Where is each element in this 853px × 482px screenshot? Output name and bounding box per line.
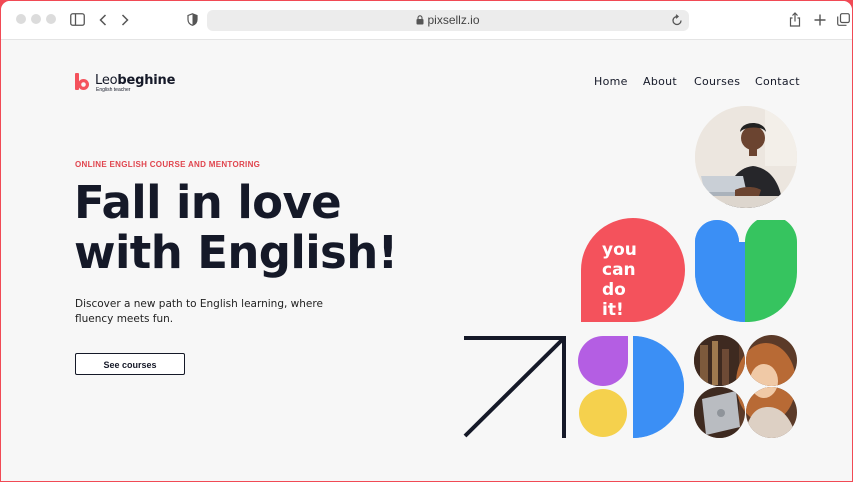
arch-shape-pair (695, 220, 797, 322)
shield-icon[interactable] (187, 13, 198, 26)
browser-toolbar: pixsellz.io (1, 1, 852, 40)
sidebar-icon[interactable] (70, 13, 85, 26)
address-bar[interactable]: pixsellz.io (207, 10, 689, 31)
logo-mark-icon[interactable] (75, 73, 91, 91)
web-page: Leobeghine English teacher Home About Co… (1, 40, 852, 481)
logo-name-light: Leo (95, 73, 118, 88)
logo-name-bold: beghine (117, 73, 176, 88)
drop-and-dot-shapes (578, 336, 628, 437)
address-url: pixsellz.io (207, 13, 689, 27)
hero-title-line2: with English! (74, 226, 398, 279)
hero-title-line1: Fall in love (74, 176, 342, 229)
new-tab-icon[interactable] (814, 14, 826, 26)
logo-tagline: English teacher (96, 87, 131, 93)
tabs-icon[interactable] (837, 13, 850, 26)
motivation-line2: can (602, 260, 636, 280)
share-icon[interactable] (789, 12, 801, 27)
nav-contact[interactable]: Contact (755, 75, 800, 88)
forward-icon[interactable] (121, 14, 129, 26)
url-text: pixsellz.io (427, 13, 480, 27)
arrow-up-right-icon (463, 336, 566, 438)
hero-subtitle: Discover a new path to English learning,… (75, 298, 323, 325)
teacher-photo (695, 106, 797, 208)
logo-name[interactable]: Leobeghine (95, 73, 175, 88)
browser-window: pixsellz.io Leobeghine English teacher H… (1, 1, 852, 481)
back-icon[interactable] (99, 14, 107, 26)
student-photo (694, 335, 797, 438)
motivation-line3: do it! (602, 280, 626, 320)
see-courses-button[interactable]: See courses (75, 353, 185, 375)
half-pill-shape (633, 336, 684, 438)
teacher-photo-illustration (695, 106, 797, 208)
motivation-line1: you (602, 240, 637, 260)
lock-icon (416, 15, 424, 25)
nav-home[interactable]: Home (594, 75, 628, 88)
hero-title: Fall in love with English! (74, 178, 454, 278)
nav-about[interactable]: About (643, 75, 677, 88)
close-window-button[interactable] (16, 14, 26, 24)
reload-icon[interactable] (671, 14, 683, 27)
zoom-window-button[interactable] (46, 14, 56, 24)
minimize-window-button[interactable] (31, 14, 41, 24)
nav-courses[interactable]: Courses (694, 75, 740, 88)
hero-eyebrow: ONLINE ENGLISH COURSE AND MENTORING (75, 160, 261, 169)
motivation-text: you can do it! (602, 240, 637, 320)
